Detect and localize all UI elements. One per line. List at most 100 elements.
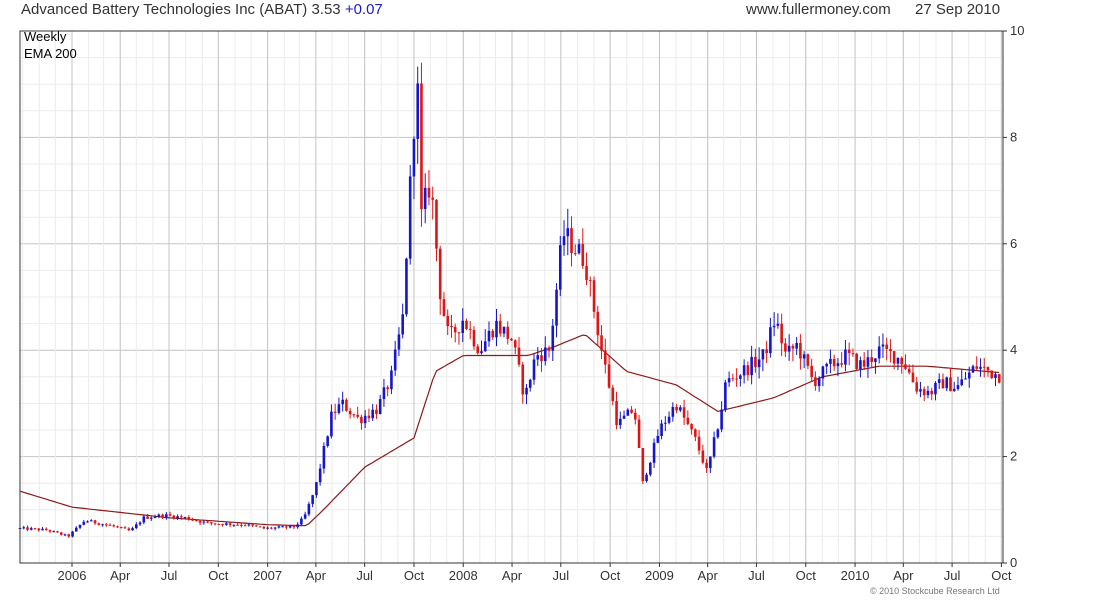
candle-body	[573, 253, 577, 255]
candle-body	[697, 436, 701, 451]
candle-body	[153, 516, 157, 518]
candle-body	[851, 353, 855, 355]
y-tick-label: 4	[1010, 342, 1017, 357]
candle-body	[26, 527, 29, 530]
candle-body	[675, 406, 678, 411]
candle-body	[866, 357, 870, 367]
candle-body	[795, 343, 798, 349]
candle-body	[615, 401, 618, 426]
candle-body	[585, 265, 588, 281]
candle-body	[277, 526, 281, 528]
candle-body	[446, 315, 450, 327]
candle-body	[825, 363, 828, 367]
candle-body	[727, 378, 731, 383]
candle-body	[176, 516, 179, 519]
candle-body	[146, 516, 149, 519]
x-tick-label: Jul	[161, 568, 178, 583]
candle-body	[67, 534, 71, 537]
candle-body	[761, 349, 765, 360]
candle-body	[551, 325, 555, 351]
candle-body	[712, 437, 716, 457]
x-tick-label: Oct	[991, 568, 1012, 583]
candle-body	[922, 389, 926, 396]
candle-body	[630, 409, 633, 413]
candle-body	[465, 320, 468, 329]
candle-body	[266, 527, 269, 529]
candle-body	[292, 525, 296, 528]
x-tick-label: 2010	[841, 568, 870, 583]
candle-body	[412, 138, 416, 177]
candle-body	[423, 187, 427, 210]
price-change: +0.07	[344, 1, 383, 18]
candle-body	[348, 410, 352, 415]
x-tick-label: Apr	[698, 568, 719, 583]
x-tick-label: Apr	[502, 568, 523, 583]
candle-body	[979, 366, 982, 369]
candle-body	[247, 524, 251, 526]
legend-ema-200: EMA 200	[24, 46, 77, 61]
date-label: 27 Sep 2010	[915, 1, 1001, 18]
candle-body	[997, 374, 1001, 383]
candle-body	[765, 349, 768, 354]
candle-body	[877, 346, 881, 359]
candle-body	[540, 355, 543, 362]
candle-body	[558, 245, 562, 290]
candle-body	[225, 523, 228, 525]
candle-body	[874, 358, 877, 363]
candle-body	[352, 414, 356, 416]
candle-body	[165, 514, 168, 518]
candle-body	[487, 330, 491, 342]
candle-body	[420, 83, 423, 210]
candle-body	[127, 528, 131, 531]
candle-body	[405, 258, 408, 315]
candle-body	[682, 407, 686, 418]
candle-body	[652, 442, 656, 463]
x-tick-label: Jul	[748, 568, 765, 583]
candle-body	[964, 378, 967, 380]
candle-body	[581, 244, 585, 266]
candle-body	[607, 364, 611, 388]
candle-body	[345, 399, 348, 411]
candle-body	[724, 382, 727, 410]
candle-body	[566, 228, 570, 237]
candle-body	[86, 521, 89, 523]
candle-body	[945, 377, 949, 389]
x-tick-label: Apr	[110, 568, 131, 583]
weekly-candles	[18, 62, 1001, 538]
candle-body	[517, 347, 521, 365]
candle-body	[202, 521, 206, 523]
candle-body	[971, 366, 975, 373]
candle-body	[780, 323, 783, 344]
candle-body	[416, 83, 420, 139]
candle-body	[787, 345, 791, 352]
candle-body	[461, 320, 465, 334]
candle-body	[547, 347, 551, 351]
candle-body	[108, 524, 112, 526]
x-tick-label: Apr	[306, 568, 327, 583]
grid-lines	[20, 30, 1003, 564]
candle-body	[74, 527, 78, 532]
candle-body	[56, 531, 59, 533]
candle-body	[885, 344, 888, 350]
candle-body	[427, 187, 431, 198]
candle-body	[450, 326, 453, 328]
candle-body	[746, 365, 750, 376]
candle-body	[315, 482, 318, 496]
candle-body	[112, 525, 116, 527]
candle-body	[667, 416, 671, 423]
candle-body	[187, 517, 191, 520]
candle-body	[258, 526, 262, 528]
candle-body	[431, 197, 435, 200]
candle-body	[506, 326, 510, 339]
candle-body	[375, 409, 378, 415]
candle-body	[570, 228, 573, 254]
candle-body	[378, 399, 382, 415]
x-tick-label: Oct	[600, 568, 621, 583]
x-tick-label: Jul	[356, 568, 373, 583]
candle-body	[536, 355, 540, 360]
candle-body	[93, 520, 97, 524]
y-tick-label: 6	[1010, 236, 1017, 251]
candle-body	[742, 365, 746, 376]
candle-body	[982, 366, 986, 368]
candle-body	[52, 531, 56, 533]
